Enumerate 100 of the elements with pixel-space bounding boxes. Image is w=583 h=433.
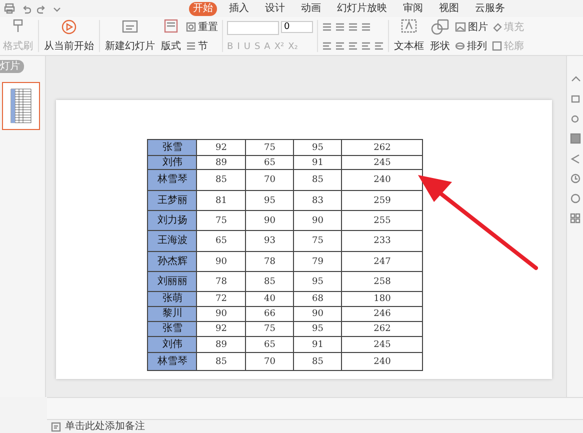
score-cell: 95: [294, 322, 342, 336]
name-cell: 刘伟: [148, 336, 197, 352]
score-cell: 233: [342, 230, 423, 252]
score-cell: 247: [342, 252, 423, 272]
notes-icon: [51, 422, 61, 432]
name-cell: 张雪: [148, 322, 197, 336]
name-cell: 林雪琴: [148, 352, 197, 370]
score-cell: 255: [342, 210, 423, 230]
font-size-field[interactable]: 0: [281, 20, 313, 32]
score-cell: 245: [342, 156, 423, 170]
name-cell: 孙杰辉: [148, 252, 197, 272]
reset-button[interactable]: 重置: [186, 20, 218, 34]
score-cell: 78: [246, 252, 294, 272]
list-icon[interactable]: [361, 22, 371, 31]
history-icon[interactable]: [570, 173, 581, 184]
font-name-field[interactable]: [227, 20, 279, 34]
score-cell: 95: [294, 140, 342, 156]
shape-button[interactable]: 形状: [429, 17, 451, 55]
ribbon-tab[interactable]: 审阅: [399, 2, 427, 16]
score-cell: 90: [196, 252, 246, 272]
print-icon[interactable]: [4, 3, 15, 14]
section-icon: [186, 40, 196, 50]
name-cell: 张雪: [148, 140, 197, 156]
score-cell: 65: [246, 156, 294, 170]
text-box-button[interactable]: 文本框: [393, 17, 425, 55]
align-icon[interactable]: [335, 41, 345, 50]
score-cell: 83: [294, 190, 342, 210]
name-cell: 王梦丽: [148, 190, 197, 210]
score-cell: 93: [246, 230, 294, 252]
slide-thumbnail[interactable]: [2, 82, 40, 130]
ribbon-tab[interactable]: 幻灯片放映: [333, 2, 391, 16]
list-icon[interactable]: [322, 22, 332, 31]
score-cell: 246: [342, 306, 423, 322]
score-cell: 40: [246, 292, 294, 306]
align-icon[interactable]: [374, 41, 384, 50]
ribbon-tab[interactable]: 视图: [435, 2, 463, 16]
score-cell: 92: [196, 322, 246, 336]
name-cell: 刘力扬: [148, 210, 197, 230]
score-cell: 79: [294, 252, 342, 272]
score-cell: 75: [246, 140, 294, 156]
play-icon: [61, 19, 77, 35]
dropdown-icon[interactable]: [53, 4, 61, 12]
align-icon[interactable]: [361, 41, 371, 50]
score-cell: 180: [342, 292, 423, 306]
shape-icon[interactable]: [570, 113, 581, 124]
score-cell: 66: [246, 306, 294, 322]
ribbon-tab[interactable]: 云服务: [471, 2, 509, 16]
redo-icon[interactable]: [37, 4, 47, 14]
score-cell: 72: [196, 292, 246, 306]
name-cell: 张萌: [148, 292, 197, 306]
table-preview-icon: [10, 88, 32, 124]
layout-icon: [164, 19, 178, 33]
score-cell: 91: [294, 336, 342, 352]
layout-button[interactable]: 版式: [160, 17, 182, 55]
arrange-icon: [455, 40, 465, 50]
notes-placeholder[interactable]: 单击此处添加备注: [65, 421, 145, 432]
score-cell: 89: [196, 156, 246, 170]
score-cell: 89: [196, 336, 246, 352]
ribbon-tab[interactable]: 设计: [261, 2, 289, 16]
grid-icon[interactable]: [570, 213, 581, 224]
shapes-icon: [431, 19, 449, 35]
score-cell: 75: [246, 322, 294, 336]
ribbon-tab[interactable]: 插入: [225, 2, 253, 16]
image-icon: [455, 22, 466, 32]
score-cell: 81: [196, 190, 246, 210]
align-icon[interactable]: [322, 41, 332, 50]
arrange-button[interactable]: 排列: [455, 38, 488, 52]
name-cell: 王海波: [148, 230, 197, 252]
score-cell: 85: [294, 170, 342, 190]
score-cell: 85: [294, 352, 342, 370]
score-cell: 245: [342, 336, 423, 352]
score-cell: 90: [246, 210, 294, 230]
score-cell: 78: [196, 272, 246, 292]
score-cell: 75: [294, 230, 342, 252]
score-cell: 85: [246, 272, 294, 292]
section-button[interactable]: 节: [186, 38, 218, 52]
name-cell: 刘丽丽: [148, 272, 197, 292]
align-icon[interactable]: [348, 41, 358, 50]
score-cell: 91: [294, 156, 342, 170]
brush-icon: [11, 19, 25, 33]
score-cell: 65: [196, 230, 246, 252]
score-cell: 95: [246, 190, 294, 210]
score-cell: 70: [246, 170, 294, 190]
picture-button[interactable]: 图片: [455, 20, 488, 34]
undo-icon[interactable]: [21, 4, 31, 14]
new-slide-button[interactable]: 新建幻灯片: [104, 17, 156, 55]
score-cell: 70: [246, 352, 294, 370]
list-icon[interactable]: [335, 22, 345, 31]
score-cell: 90: [294, 306, 342, 322]
score-cell: 262: [342, 140, 423, 156]
ribbon-tab[interactable]: 动画: [297, 2, 325, 16]
score-cell: 259: [342, 190, 423, 210]
score-cell: 85: [196, 352, 246, 370]
name-cell: 黎川: [148, 306, 197, 322]
text-box-icon: [401, 19, 417, 33]
list-icon[interactable]: [348, 22, 358, 31]
score-cell: 85: [196, 170, 246, 190]
play-button[interactable]: 从当前开始: [43, 17, 95, 55]
slide-icon: [122, 19, 138, 33]
score-cell: 92: [196, 140, 246, 156]
